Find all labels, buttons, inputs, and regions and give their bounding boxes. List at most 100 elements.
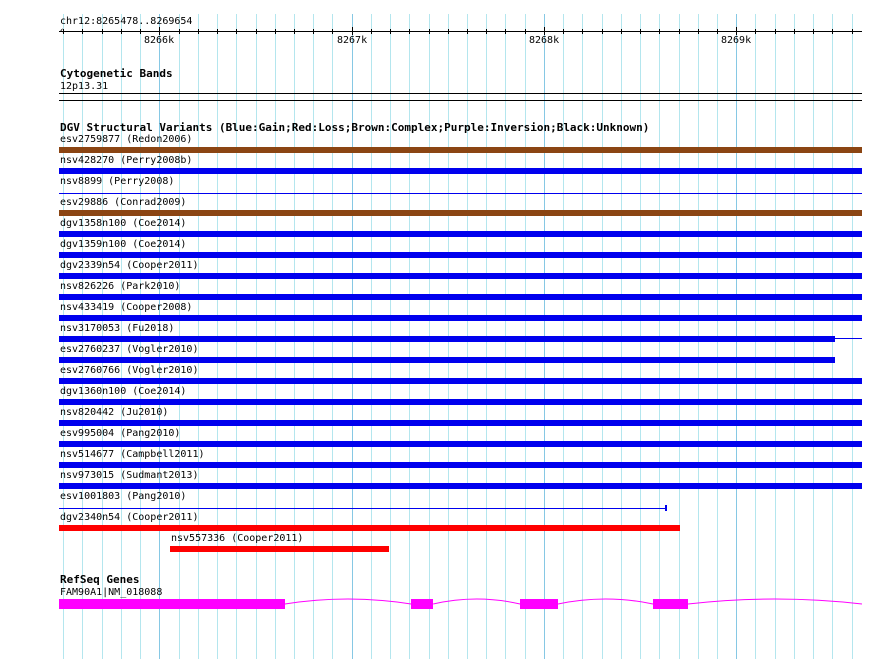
sv-label: nsv973015 (Sudmant2013)	[60, 470, 199, 481]
ruler-tick	[544, 27, 545, 35]
intron-line	[687, 598, 863, 605]
sv-bar[interactable]	[59, 357, 835, 363]
sv-label: nsv8899 (Perry2008)	[60, 176, 175, 187]
ruler-tick	[102, 29, 103, 34]
sv-label: esv1001803 (Pang2010)	[60, 491, 187, 502]
ruler-tick	[217, 29, 218, 34]
ruler-tick	[82, 29, 83, 34]
ruler-tick	[63, 29, 64, 34]
ruler-tick	[852, 29, 853, 34]
sv-bar[interactable]	[59, 483, 862, 489]
ruler-label: 8266k	[144, 35, 175, 46]
ruler-tick	[621, 29, 622, 34]
ruler-tick	[717, 29, 718, 34]
exon-block[interactable]	[411, 599, 433, 609]
ruler-label: 8268k	[529, 35, 560, 46]
ruler-tick	[563, 29, 564, 34]
sv-label: esv2759877 (Redon2006)	[60, 134, 193, 145]
sv-label: dgv2339n54 (Cooper2011)	[60, 260, 199, 271]
exon-block[interactable]	[653, 599, 688, 609]
ruler-tick	[525, 29, 526, 34]
sv-bar[interactable]	[59, 378, 862, 384]
ruler-tick	[179, 29, 180, 34]
gene-model[interactable]	[0, 590, 890, 620]
sv-bar[interactable]	[59, 336, 835, 342]
sv-bar[interactable]	[59, 525, 680, 531]
sv-bar[interactable]	[59, 441, 862, 447]
ruler-tick	[332, 29, 333, 34]
sv-label: esv29886 (Conrad2009)	[60, 197, 187, 208]
ruler-tick	[659, 29, 660, 34]
sv-label: dgv2340n54 (Cooper2011)	[60, 512, 199, 523]
ruler-tick	[159, 27, 160, 35]
ruler-tick	[121, 29, 122, 34]
sv-bar[interactable]	[59, 508, 665, 509]
ruler-tick	[602, 29, 603, 34]
sv-end-cap	[665, 505, 667, 511]
ruler-tick	[294, 29, 295, 34]
sv-label: nsv3170053 (Fu2018)	[60, 323, 175, 334]
exon-block[interactable]	[520, 599, 558, 609]
ruler-tick	[813, 29, 814, 34]
ruler-tick	[236, 29, 237, 34]
ruler-tick	[371, 29, 372, 34]
ruler-tick	[794, 29, 795, 34]
region-label: chr12:8265478..8269654	[60, 16, 193, 27]
sv-bar[interactable]	[59, 147, 862, 153]
ruler-tick	[832, 29, 833, 34]
intron-line	[557, 598, 654, 605]
ruler-tick	[698, 29, 699, 34]
sv-bar[interactable]	[59, 399, 862, 405]
sv-label: esv2760237 (Vogler2010)	[60, 344, 199, 355]
cytoband-line-bottom	[59, 100, 862, 101]
sv-bar[interactable]	[59, 462, 862, 468]
sv-label: dgv1360n100 (Coe2014)	[60, 386, 187, 397]
sv-label: esv2760766 (Vogler2010)	[60, 365, 199, 376]
intron-line	[433, 598, 521, 605]
cytoband-line-top	[59, 93, 862, 94]
ruler-tick	[679, 29, 680, 34]
refseq-track-title: RefSeq Genes	[60, 573, 140, 586]
sv-label: nsv820442 (Ju2010)	[60, 407, 169, 418]
sv-label: nsv557336 (Cooper2011)	[171, 533, 304, 544]
ruler-tick	[198, 29, 199, 34]
sv-bar[interactable]	[59, 420, 862, 426]
sv-bar[interactable]	[170, 546, 389, 552]
ruler-tick	[429, 29, 430, 34]
dgv-track-title: DGV Structural Variants (Blue:Gain;Red:L…	[60, 121, 650, 134]
ruler-tick	[352, 27, 353, 35]
sv-label: nsv514677 (Campbell2011)	[60, 449, 205, 460]
sv-label: nsv826226 (Park2010)	[60, 281, 181, 292]
ruler-tick	[505, 29, 506, 34]
ruler-tick	[448, 29, 449, 34]
sv-label: dgv1359n100 (Coe2014)	[60, 239, 187, 250]
ruler-tick	[140, 29, 141, 34]
exon-block[interactable]	[59, 599, 285, 609]
sv-label: dgv1358n100 (Coe2014)	[60, 218, 187, 229]
sv-bar[interactable]	[59, 231, 862, 237]
ruler-tick	[582, 29, 583, 34]
genome-browser-panel: chr12:8265478..8269654 ‹ 8266k 8267k 8268k…	[0, 0, 890, 659]
intron-line	[284, 598, 412, 605]
ruler-tick	[390, 29, 391, 34]
sv-label: nsv433419 (Cooper2008)	[60, 302, 193, 313]
ruler-tick	[275, 29, 276, 34]
ruler-tick	[409, 29, 410, 34]
cytoband-track-title: Cytogenetic Bands	[60, 67, 173, 80]
sv-bar[interactable]	[59, 294, 862, 300]
ruler-tick	[467, 29, 468, 34]
grid-line	[852, 14, 853, 659]
sv-bar[interactable]	[59, 252, 862, 258]
sv-label: esv995004 (Pang2010)	[60, 428, 181, 439]
ruler-label: 8267k	[337, 35, 368, 46]
ruler-tick	[775, 29, 776, 34]
ruler-tick	[313, 29, 314, 34]
ruler-tick	[256, 29, 257, 34]
sv-bar[interactable]	[59, 168, 862, 174]
cytoband-label: 12p13.31	[60, 81, 109, 92]
ruler-label: 8269k	[721, 35, 752, 46]
sv-bar[interactable]	[59, 315, 862, 321]
sv-bar[interactable]	[59, 210, 862, 216]
sv-bar[interactable]	[59, 193, 862, 194]
sv-bar[interactable]	[59, 273, 862, 279]
